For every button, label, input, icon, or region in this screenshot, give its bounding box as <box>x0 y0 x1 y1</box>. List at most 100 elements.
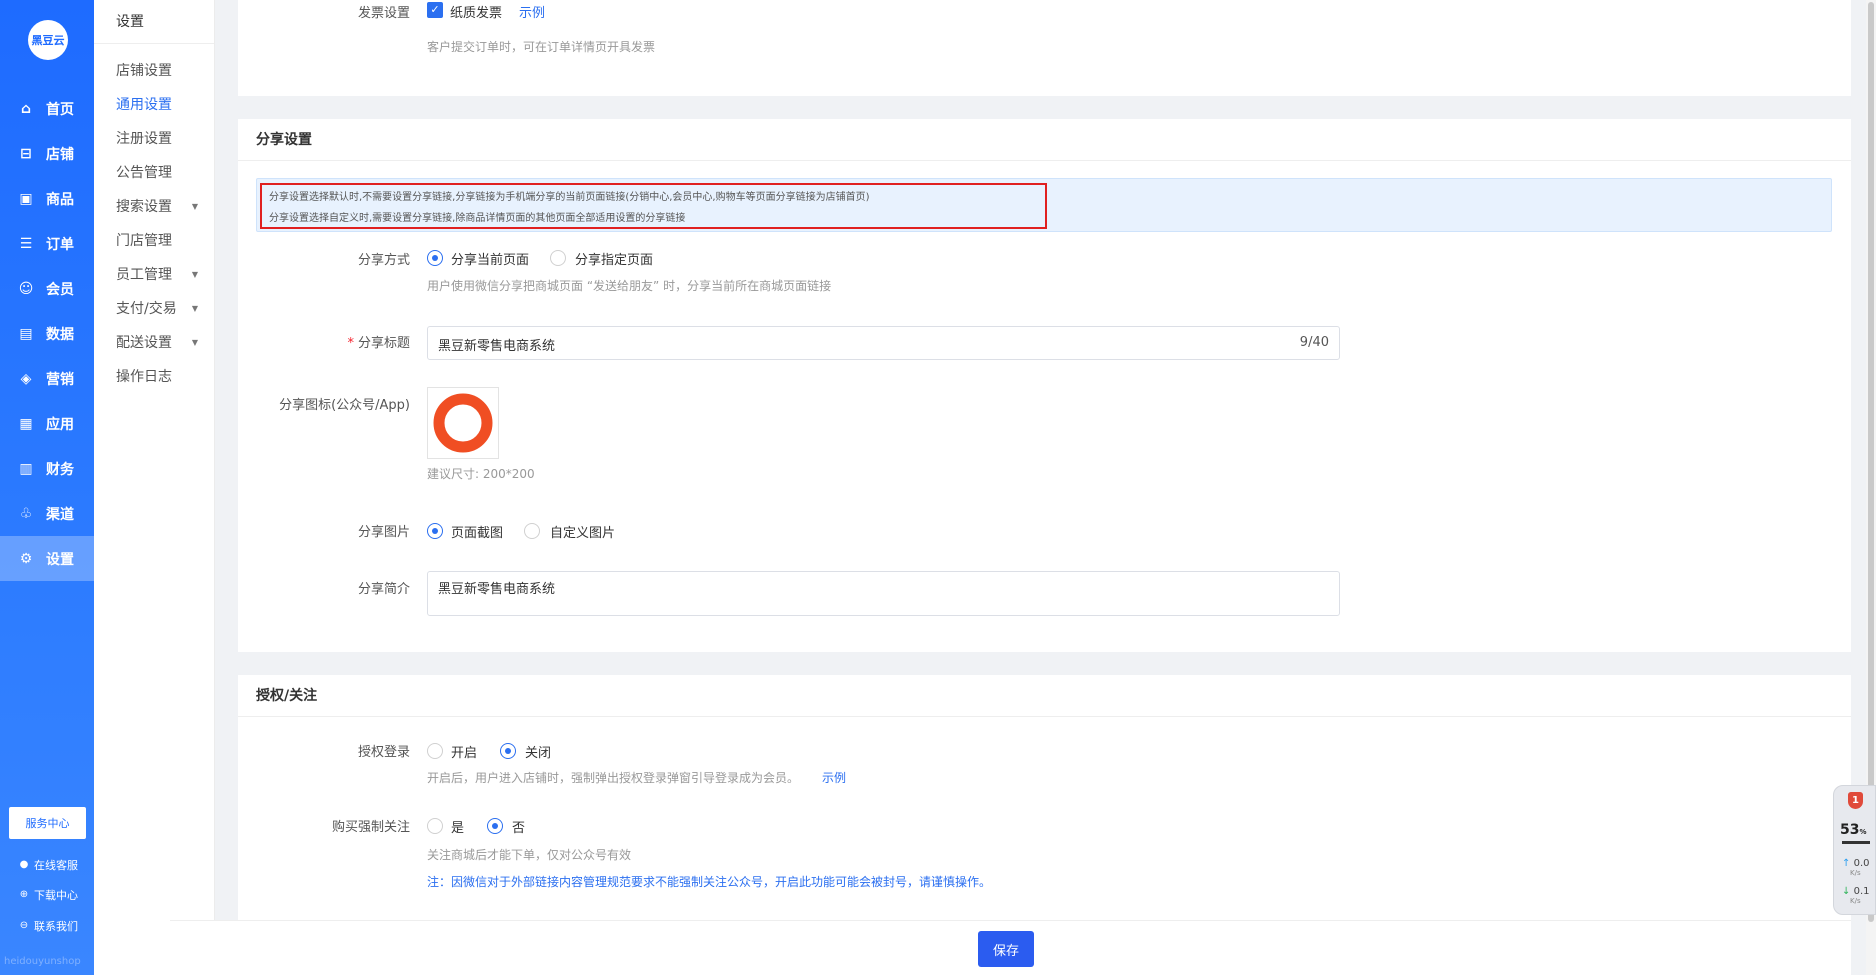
share-specified-page-radio[interactable] <box>550 250 566 266</box>
nav-item-store[interactable]: ⊟ 店铺 <box>0 131 94 176</box>
alert-line-1: 分享设置选择默认时,不需要设置分享链接,分享链接为手机端分享的当前页面链接(分销… <box>269 192 870 203</box>
force-follow-label: 购买强制关注 <box>331 820 410 835</box>
custom-image-radio[interactable] <box>524 523 540 539</box>
nav-item-member[interactable]: ☺ 会员 <box>0 266 94 311</box>
save-button[interactable]: 保存 <box>978 931 1034 967</box>
paper-invoice-checkbox[interactable]: ✓ <box>427 2 443 18</box>
nav-label: 应用 <box>46 416 74 433</box>
share-image-label: 分享图片 <box>357 525 410 540</box>
share-desc-textarea[interactable]: 黑豆新零售电商系统 <box>427 571 1340 616</box>
nav-item-data[interactable]: ▤ 数据 <box>0 311 94 356</box>
force-follow-no-label: 否 <box>512 821 526 836</box>
share-title-input[interactable]: 黑豆新零售电商系统 9/40 <box>427 326 1340 360</box>
submenu-label: 通用设置 <box>116 97 172 113</box>
nav-item-order[interactable]: ☰ 订单 <box>0 221 94 266</box>
nav-item-settings[interactable]: ⚙ 设置 <box>0 536 94 581</box>
auth-login-example-link[interactable]: 示例 <box>822 769 846 786</box>
download-icon: ⊕ <box>19 889 29 900</box>
submenu-item-store-settings[interactable]: 店铺设置 <box>94 54 214 88</box>
side-link-label: 联系我们 <box>34 920 78 933</box>
force-follow-warning: 注：因微信对于外部链接内容管理规范要求不能强制关注公众号，开启此功能可能会被封号… <box>427 875 992 889</box>
nav-label: 商品 <box>46 191 74 208</box>
auth-login-on-radio[interactable] <box>427 743 443 759</box>
page-screenshot-radio[interactable] <box>427 523 443 539</box>
main-nav: ⌂ 首页 ⊟ 店铺 ▣ 商品 ☰ 订单 ☺ 会员 ▤ 数据 ◈ 营销 ▦ 应用 ▥ 财务 ♧ 渠道 … <box>0 86 94 581</box>
submenu-item-operation-log[interactable]: 操作日志 <box>94 360 214 394</box>
main-sidebar: 黑豆云 ⌂ 首页 ⊟ 店铺 ▣ 商品 ☰ 订单 ☺ 会员 ▤ 数据 ◈ 营销 ▦ 应用 ▥ 财务 … <box>0 0 94 975</box>
footer-bar: 保存 <box>170 920 1851 975</box>
share-title-label-text: 分享标题 <box>357 336 410 351</box>
app-icon: ▦ <box>19 415 33 432</box>
nav-item-home[interactable]: ⌂ 首页 <box>0 86 94 131</box>
member-icon: ☺ <box>18 280 34 297</box>
invoice-example-link[interactable]: 示例 <box>519 2 545 21</box>
submenu-label: 操作日志 <box>116 369 172 385</box>
nav-item-finance[interactable]: ▥ 财务 <box>0 446 94 491</box>
submenu-item-stores[interactable]: 门店管理 <box>94 224 214 258</box>
nav-item-apps[interactable]: ▦ 应用 <box>0 401 94 446</box>
submenu-item-general-settings[interactable]: 通用设置 <box>94 88 214 122</box>
page-screenshot-label: 页面截图 <box>451 526 504 541</box>
auth-login-off-radio[interactable] <box>500 743 516 759</box>
side-link-label: 在线客服 <box>34 859 78 872</box>
memory-percent-value: 53 <box>1840 822 1860 838</box>
submenu-item-delivery[interactable]: 配送设置 ▼ <box>94 326 214 360</box>
nav-label: 财务 <box>46 461 74 478</box>
submenu-label: 支付/交易 <box>116 301 177 317</box>
force-follow-yes-label: 是 <box>451 821 465 836</box>
auth-section-title: 授权/关注 <box>238 675 1851 717</box>
brand-logo[interactable]: 黑豆云 <box>28 20 68 60</box>
contact-icon: ⊖ <box>19 920 29 931</box>
memory-bar <box>1842 841 1870 844</box>
submenu-item-notice[interactable]: 公告管理 <box>94 156 214 190</box>
share-icon-image <box>433 393 493 453</box>
submenu-item-staff[interactable]: 员工管理 ▼ <box>94 258 214 292</box>
download-arrow-icon: ↓ <box>1842 886 1851 897</box>
nav-label: 订单 <box>46 236 74 253</box>
upload-speed: ↑ 0.0 K/s <box>1842 858 1869 877</box>
nav-item-goods[interactable]: ▣ 商品 <box>0 176 94 221</box>
share-icon-upload[interactable] <box>427 387 499 459</box>
store-icon: ⊟ <box>20 145 32 162</box>
nav-item-marketing[interactable]: ◈ 营销 <box>0 356 94 401</box>
online-service-link[interactable]: ● 在线客服 <box>18 857 78 873</box>
system-monitor-widget[interactable]: 1 53% ↑ 0.0 K/s ↓ 0.1 K/s <box>1833 785 1876 915</box>
order-icon: ☰ <box>19 235 33 252</box>
upload-arrow-icon: ↑ <box>1842 858 1851 869</box>
nav-label: 首页 <box>46 101 74 118</box>
submenu-item-payment[interactable]: 支付/交易 ▼ <box>94 292 214 326</box>
share-section-title: 分享设置 <box>238 119 1851 161</box>
settings-submenu: 设置 店铺设置 通用设置 注册设置 公告管理 搜索设置 ▼ 门店管理 员工管理 ▼ … <box>94 0 215 975</box>
scrollbar-thumb[interactable] <box>1868 2 1874 922</box>
invoice-hint: 客户提交订单时，可在订单详情页开具发票 <box>427 40 656 54</box>
nav-item-channel[interactable]: ♧ 渠道 <box>0 491 94 536</box>
nav-label: 店铺 <box>46 146 74 163</box>
alert-line-2: 分享设置选择自定义时,需要设置分享链接,除商品详情页面的其他页面全部适用设置的分… <box>269 213 686 224</box>
submenu-item-search-settings[interactable]: 搜索设置 ▼ <box>94 190 214 224</box>
contact-us-link[interactable]: ⊖ 联系我们 <box>18 918 78 934</box>
download-speed-value: 0.1 <box>1853 886 1870 897</box>
force-follow-hint: 关注商城后才能下单，仅对公众号有效 <box>427 848 632 862</box>
percent-unit: % <box>1859 828 1867 836</box>
chevron-down-icon: ▼ <box>191 338 198 347</box>
logo-text: 黑豆云 <box>31 34 65 47</box>
submenu-label: 店铺设置 <box>116 63 172 79</box>
share-desc-label: 分享简介 <box>357 582 410 597</box>
download-center-link[interactable]: ⊕ 下载中心 <box>18 887 78 903</box>
download-speed: ↓ 0.1 K/s <box>1842 886 1869 905</box>
force-follow-yes-radio[interactable] <box>427 818 443 834</box>
custom-image-label: 自定义图片 <box>550 526 616 541</box>
submenu-label: 注册设置 <box>116 131 172 147</box>
force-follow-no-radio[interactable] <box>487 818 503 834</box>
channel-icon: ♧ <box>19 505 33 522</box>
gear-icon: ⚙ <box>19 550 33 567</box>
share-current-page-radio[interactable] <box>427 250 443 266</box>
submenu-item-register-settings[interactable]: 注册设置 <box>94 122 214 156</box>
invoice-panel: 发票设置 ✓ 纸质发票 示例 客户提交订单时，可在订单详情页开具发票 <box>238 0 1851 96</box>
service-center-button[interactable]: 服务中心 <box>9 807 86 839</box>
share-info-alert: 分享设置选择默认时,不需要设置分享链接,分享链接为手机端分享的当前页面链接(分销… <box>256 178 1832 232</box>
invoice-label: 发票设置 <box>357 6 410 21</box>
nav-label: 设置 <box>46 551 74 568</box>
nav-label: 会员 <box>46 281 74 298</box>
share-desc-value: 黑豆新零售电商系统 <box>438 582 556 597</box>
